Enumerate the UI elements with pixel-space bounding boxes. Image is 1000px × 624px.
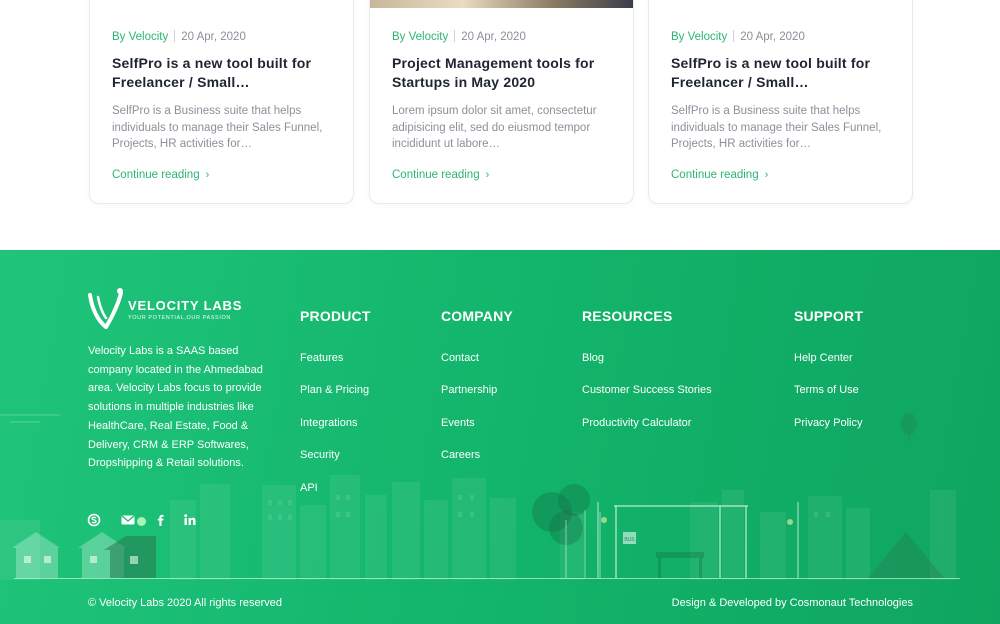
continue-reading-link[interactable]: Continue reading › — [671, 169, 768, 181]
footer-link-contact[interactable]: Contact — [441, 352, 479, 364]
resources-heading: RESOURCES — [582, 308, 673, 324]
post-author[interactable]: By Velocity — [392, 31, 448, 43]
velocity-v-logo-icon — [88, 288, 123, 329]
blog-card[interactable]: By Velocity 20 Apr, 2020 SelfPro is a new… — [89, 0, 354, 204]
brand-name: VELOCITY LABS — [128, 298, 243, 313]
post-title[interactable]: SelfPro is a new tool built for Freelanc… — [112, 54, 337, 92]
company-description: Velocity Labs is a SAAS based company lo… — [88, 345, 263, 470]
blog-section: By Velocity 20 Apr, 2020 SelfPro is a new… — [0, 0, 1000, 250]
support-heading: SUPPORT — [794, 308, 864, 324]
post-excerpt: Lorem ipsum dolor sit amet, consectetur … — [392, 105, 597, 150]
footer-link-terms-of-use[interactable]: Terms of Use — [794, 384, 859, 396]
post-cover-image[interactable] — [370, 0, 633, 8]
post-meta: By Velocity 20 Apr, 2020 — [392, 30, 526, 43]
post-date: 20 Apr, 2020 — [461, 31, 526, 43]
footer-link-careers[interactable]: Careers — [441, 449, 480, 461]
meta-divider — [733, 30, 735, 42]
footer-link-blog[interactable]: Blog — [582, 352, 604, 364]
continue-reading-link[interactable]: Continue reading › — [112, 169, 209, 181]
footer-link-events[interactable]: Events — [441, 417, 475, 429]
blog-card[interactable]: By Velocity 20 Apr, 2020 SelfPro is a new… — [648, 0, 913, 204]
post-title[interactable]: Project Management tools for Startups in… — [392, 54, 617, 92]
chevron-right-icon: › — [485, 169, 490, 181]
post-excerpt: SelfPro is a Business suite that helps i… — [112, 105, 323, 150]
post-excerpt: SelfPro is a Business suite that helps i… — [671, 105, 882, 150]
velocity-labs-logo[interactable]: VELOCITY LABS YOUR POTENTIAL,OUR PASSION — [88, 287, 241, 329]
footer-link-integrations[interactable]: Integrations — [300, 417, 357, 429]
post-date: 20 Apr, 2020 — [181, 31, 246, 43]
footer-link-help-center[interactable]: Help Center — [794, 352, 853, 364]
footer-link-customer-success-stories[interactable]: Customer Success Stories — [582, 384, 712, 396]
continue-reading-label: Continue reading — [392, 169, 480, 181]
meta-divider — [174, 30, 176, 42]
continue-reading-label: Continue reading — [671, 169, 759, 181]
online-status-dot — [137, 517, 146, 526]
footer-link-security[interactable]: Security — [300, 449, 340, 461]
post-date: 20 Apr, 2020 — [740, 31, 805, 43]
chevron-right-icon: › — [764, 169, 769, 181]
footer-link-productivity-calculator[interactable]: Productivity Calculator — [582, 417, 691, 429]
email-icon[interactable] — [120, 513, 136, 527]
footer-link-privacy-policy[interactable]: Privacy Policy — [794, 417, 862, 429]
copyright-text: © Velocity Labs 2020 All rights reserved — [88, 597, 282, 609]
post-author[interactable]: By Velocity — [112, 31, 168, 43]
continue-reading-label: Continue reading — [112, 169, 200, 181]
continue-reading-link[interactable]: Continue reading › — [392, 169, 489, 181]
developer-credit[interactable]: Design & Developed by Cosmonaut Technolo… — [672, 597, 913, 609]
company-heading: COMPANY — [441, 308, 513, 324]
footer-link-api[interactable]: API — [300, 482, 318, 494]
post-title[interactable]: SelfPro is a new tool built for Freelanc… — [671, 54, 896, 92]
footer-link-features[interactable]: Features — [300, 352, 343, 364]
chevron-right-icon: › — [205, 169, 210, 181]
bus-stop-sign-label: BUS — [624, 537, 635, 543]
meta-divider — [454, 30, 456, 42]
post-meta: By Velocity 20 Apr, 2020 — [671, 30, 805, 43]
skype-icon[interactable] — [87, 513, 101, 527]
footer-link-plan-pricing[interactable]: Plan & Pricing — [300, 384, 369, 396]
footer-link-partnership[interactable]: Partnership — [441, 384, 497, 396]
linkedin-icon[interactable] — [183, 513, 197, 527]
blog-card[interactable]: By Velocity 20 Apr, 2020 Project Manageme… — [369, 0, 634, 204]
facebook-icon[interactable] — [153, 513, 167, 527]
brand-tagline: YOUR POTENTIAL,OUR PASSION — [128, 315, 231, 321]
post-author[interactable]: By Velocity — [671, 31, 727, 43]
site-footer: BUS VELOCITY LABS YOUR POTENTIAL,OUR PAS… — [0, 250, 1000, 624]
post-meta: By Velocity 20 Apr, 2020 — [112, 30, 246, 43]
product-heading: PRODUCT — [300, 308, 371, 324]
ground-line — [14, 578, 960, 579]
